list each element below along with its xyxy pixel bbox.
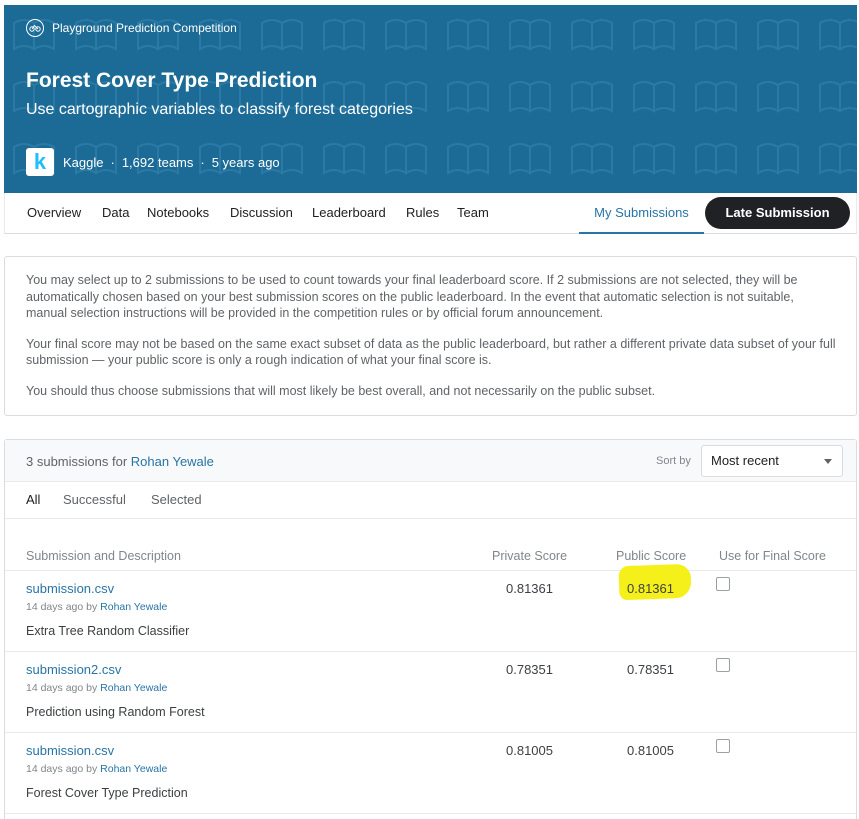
user-link[interactable]: Rohan Yewale bbox=[100, 763, 167, 775]
submission-byline: 14 days ago by Rohan Yewale bbox=[26, 682, 168, 694]
competition-meta: k Kaggle · 1,692 teams · 5 years ago bbox=[26, 148, 280, 176]
tab-overview[interactable]: Overview bbox=[27, 193, 81, 234]
column-header-public-score: Public Score bbox=[616, 549, 687, 563]
submission-description: Extra Tree Random Classifier bbox=[26, 624, 190, 638]
column-header-private-score: Private Score bbox=[492, 549, 568, 563]
private-score: 0.78351 bbox=[506, 662, 553, 677]
filter-selected[interactable]: Selected bbox=[151, 492, 202, 507]
submission-byline: 14 days ago by Rohan Yewale bbox=[26, 763, 168, 775]
competition-type: Playground Prediction Competition bbox=[26, 19, 237, 37]
submission-info-box: You may select up to 2 submissions to be… bbox=[4, 256, 857, 416]
competition-age: 5 years ago bbox=[211, 154, 280, 170]
submission-description: Forest Cover Type Prediction bbox=[26, 786, 188, 800]
submissions-panel: 3 submissions for Rohan Yewale Sort by M… bbox=[4, 439, 857, 819]
tab-leaderboard[interactable]: Leaderboard bbox=[312, 193, 386, 234]
tab-team[interactable]: Team bbox=[457, 193, 489, 234]
submission-byline: 14 days ago by Rohan Yewale bbox=[26, 601, 168, 613]
competition-type-label: Playground Prediction Competition bbox=[52, 21, 237, 35]
submission-file-link[interactable]: submission.csv bbox=[26, 581, 114, 596]
kaggle-logo-icon[interactable]: k bbox=[26, 148, 54, 176]
sort-select-value: Most recent bbox=[711, 453, 779, 468]
competition-subtitle: Use cartographic variables to classify f… bbox=[26, 101, 413, 118]
submissions-header: 3 submissions for Rohan Yewale Sort by M… bbox=[5, 440, 856, 482]
competition-nav: Overview Data Notebooks Discussion Leade… bbox=[4, 193, 857, 234]
sort-select[interactable]: Most recent bbox=[701, 445, 843, 477]
sort-by-label: Sort by bbox=[656, 455, 691, 467]
chevron-down-icon bbox=[824, 459, 832, 464]
user-link[interactable]: Rohan Yewale bbox=[131, 454, 214, 469]
info-paragraph: You may select up to 2 submissions to be… bbox=[26, 273, 798, 320]
user-link[interactable]: Rohan Yewale bbox=[100, 601, 167, 613]
team-count: 1,692 teams bbox=[121, 154, 194, 170]
tab-my-submissions[interactable]: My Submissions bbox=[579, 193, 704, 234]
info-paragraph: You should thus choose submissions that … bbox=[26, 383, 656, 398]
submission-row: submission.csv 14 days ago by Rohan Yewa… bbox=[5, 563, 856, 652]
competition-title: Forest Cover Type Prediction bbox=[26, 69, 318, 92]
submission-description: Prediction using Random Forest bbox=[26, 705, 205, 719]
late-submission-button[interactable]: Late Submission bbox=[705, 197, 850, 229]
info-paragraph: Your final score may not be based on the… bbox=[26, 336, 836, 368]
final-score-checkbox[interactable] bbox=[716, 577, 730, 591]
competition-header: Playground Prediction Competition Forest… bbox=[4, 5, 857, 193]
public-score: 0.81005 bbox=[627, 743, 674, 758]
submission-count: 3 submissions for Rohan Yewale bbox=[26, 454, 214, 469]
tab-data[interactable]: Data bbox=[102, 193, 129, 234]
tab-rules[interactable]: Rules bbox=[406, 193, 439, 234]
separator-dot: · bbox=[200, 154, 205, 170]
submission-row: submission2.csv 14 days ago by Rohan Yew… bbox=[5, 652, 856, 733]
column-header-submission: Submission and Description bbox=[26, 549, 181, 563]
submission-file-link[interactable]: submission2.csv bbox=[26, 662, 121, 677]
bicycle-icon bbox=[26, 19, 44, 37]
host-name[interactable]: Kaggle bbox=[63, 155, 103, 170]
public-score: 0.78351 bbox=[627, 662, 674, 677]
filter-successful[interactable]: Successful bbox=[63, 492, 126, 507]
private-score: 0.81005 bbox=[506, 743, 553, 758]
column-header-final-score: Use for Final Score bbox=[719, 549, 826, 563]
final-score-checkbox[interactable] bbox=[716, 739, 730, 753]
tab-notebooks[interactable]: Notebooks bbox=[147, 193, 209, 234]
separator-dot: · bbox=[110, 154, 115, 170]
tab-discussion[interactable]: Discussion bbox=[230, 193, 293, 234]
public-score: 0.81361 bbox=[627, 581, 674, 596]
submission-file-link[interactable]: submission.csv bbox=[26, 743, 114, 758]
filter-all[interactable]: All bbox=[26, 492, 40, 507]
submission-filters: All Successful Selected bbox=[5, 482, 856, 519]
user-link[interactable]: Rohan Yewale bbox=[100, 682, 167, 694]
submission-row: submission.csv 14 days ago by Rohan Yewa… bbox=[5, 733, 856, 814]
private-score: 0.81361 bbox=[506, 581, 553, 596]
final-score-checkbox[interactable] bbox=[716, 658, 730, 672]
